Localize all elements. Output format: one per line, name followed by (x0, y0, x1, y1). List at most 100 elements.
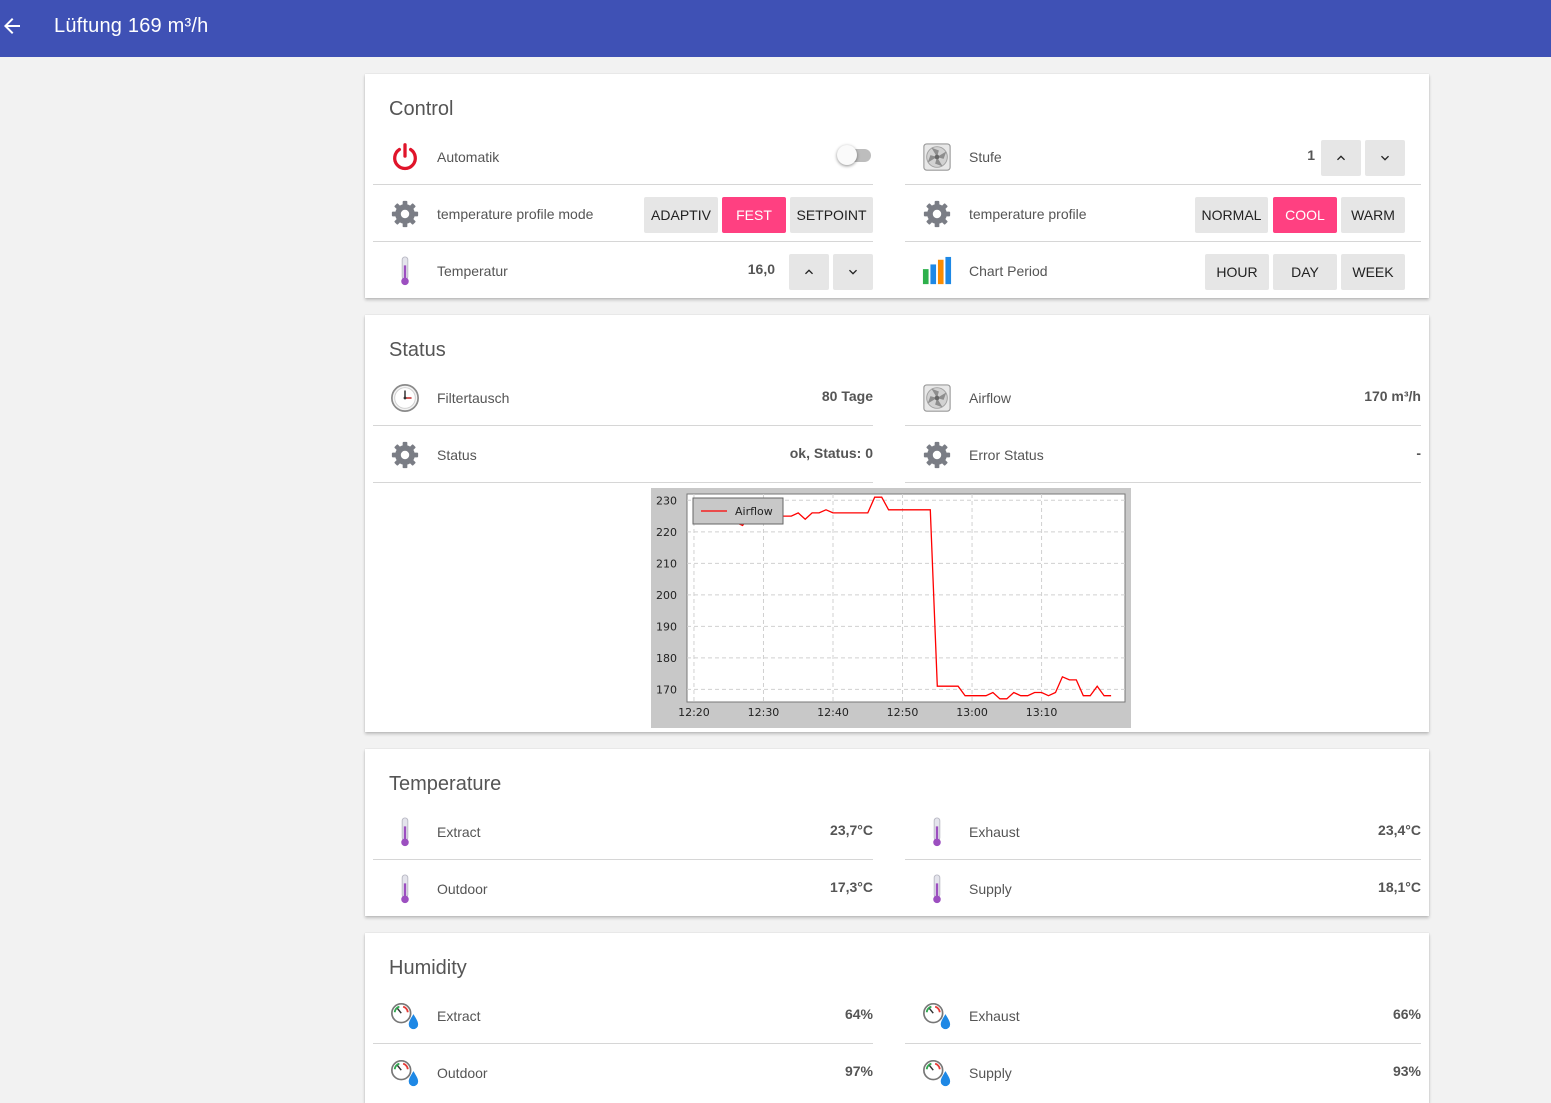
temperature-extract-label: Extract (437, 824, 481, 840)
temperature-card: Temperature Extract 23,7°C Exhaust 23,4°… (365, 749, 1429, 916)
humidity-title: Humidity (389, 957, 467, 979)
x-tick-label: 12:50 (887, 706, 919, 719)
humidity-gauge-icon (389, 1001, 421, 1031)
temperature-exhaust-row: Exhaust 23,4°C (905, 803, 1421, 860)
stufe-down-button[interactable] (1365, 140, 1405, 176)
thermometer-icon (389, 874, 421, 904)
temperature-supply-row: Supply 18,1°C (905, 860, 1421, 917)
fan-icon (921, 383, 953, 413)
automatik-toggle[interactable] (837, 145, 873, 165)
humidity-gauge-icon (389, 1058, 421, 1088)
legend-label: Airflow (735, 505, 773, 518)
temperatur-down-button[interactable] (833, 254, 873, 290)
y-tick-label: 210 (656, 557, 677, 570)
temperatur-up-button[interactable] (789, 254, 829, 290)
chevron-down-icon (1381, 155, 1389, 161)
page-title: Lüftung 169 m³/h (54, 15, 209, 37)
temperature-exhaust-label: Exhaust (969, 824, 1020, 840)
profile-mode-fest-button[interactable]: FEST (722, 197, 786, 233)
temperatur-label: Temperatur (437, 263, 508, 279)
chart-period-row: Chart Period HOUR DAY WEEK (905, 242, 1421, 299)
automatik-label: Automatik (437, 149, 500, 165)
control-card: Control Automatik Stufe 1 temperature pr… (365, 74, 1429, 298)
chevron-down-icon (849, 269, 857, 275)
y-tick-label: 190 (656, 620, 677, 633)
temperature-outdoor-label: Outdoor (437, 881, 488, 897)
x-tick-label: 13:10 (1026, 706, 1058, 719)
status-card: Status Filtertausch 80 Tage Airflow 170 … (365, 315, 1429, 732)
chart-period-week-button[interactable]: WEEK (1341, 254, 1405, 290)
plot-area (686, 493, 1126, 703)
stufe-value: 1 (1307, 147, 1315, 163)
temperature-outdoor-row: Outdoor 17,3°C (373, 860, 873, 917)
temperatur-value: 16,0 (747, 261, 775, 277)
thermometer-icon (921, 817, 953, 847)
y-tick-label: 170 (656, 683, 677, 696)
app-bar: Lüftung 169 m³/h (0, 0, 1551, 57)
back-arrow-icon[interactable] (0, 14, 24, 38)
humidity-outdoor-label: Outdoor (437, 1065, 488, 1081)
gear-icon (921, 199, 953, 229)
humidity-exhaust-value: 66% (1392, 1006, 1421, 1022)
temperatur-row: Temperatur 16,0 (373, 242, 873, 299)
airflow-value: 170 m³/h (1364, 388, 1421, 404)
chart-period-hour-button[interactable]: HOUR (1205, 254, 1269, 290)
humidity-gauge-icon (921, 1001, 953, 1031)
chevron-up-icon (805, 269, 813, 275)
profile-normal-button[interactable]: NORMAL (1195, 197, 1268, 233)
bar-chart-icon (922, 256, 952, 285)
humidity-exhaust-label: Exhaust (969, 1008, 1020, 1024)
airflow-label: Airflow (969, 390, 1012, 406)
humidity-supply-value: 93% (1392, 1063, 1421, 1079)
airflow-chart-svg: 170 180 190 200 210 220 230 12:20 12:30 12:40 12:5… (656, 493, 1126, 719)
temperature-extract-value: 23,7°C (830, 822, 873, 838)
profile-mode-label: temperature profile mode (437, 206, 594, 222)
power-icon (393, 143, 417, 171)
control-title: Control (389, 98, 454, 120)
profile-cool-button[interactable]: COOL (1273, 197, 1337, 233)
status-value: ok, Status: 0 (789, 445, 873, 461)
humidity-outdoor-row: Outdoor 97% (373, 1044, 873, 1101)
automatik-row: Automatik (373, 128, 873, 185)
profile-mode-adaptiv-button[interactable]: ADAPTIV (644, 197, 718, 233)
stufe-label: Stufe (969, 149, 1002, 165)
profile-label: temperature profile (969, 206, 1087, 222)
profile-mode-setpoint-button[interactable]: SETPOINT (790, 197, 873, 233)
gear-icon (921, 440, 953, 470)
temperature-exhaust-value: 23,4°C (1378, 822, 1421, 838)
humidity-extract-value: 64% (844, 1006, 873, 1022)
x-tick-label: 12:40 (817, 706, 849, 719)
x-tick-label: 12:30 (748, 706, 780, 719)
error-status-label: Error Status (969, 447, 1044, 463)
clock-icon (391, 384, 419, 412)
chevron-up-icon (1337, 155, 1345, 161)
temperature-supply-label: Supply (969, 881, 1012, 897)
error-status-value: - (1416, 445, 1421, 461)
x-tick-label: 13:00 (956, 706, 988, 719)
y-tick-label: 230 (656, 494, 677, 507)
airflow-chart: 170 180 190 200 210 220 230 12:20 12:30 12:40 12:5… (651, 488, 1131, 728)
gear-icon (389, 199, 421, 229)
chart-period-label: Chart Period (969, 263, 1048, 279)
temperature-outdoor-value: 17,3°C (830, 879, 873, 895)
y-tick-label: 200 (656, 589, 677, 602)
humidity-extract-label: Extract (437, 1008, 481, 1024)
stufe-up-button[interactable] (1321, 140, 1361, 176)
profile-row: temperature profile NORMAL COOL WARM (905, 185, 1421, 242)
filtertausch-row: Filtertausch 80 Tage (373, 369, 873, 426)
thermometer-icon (389, 256, 421, 286)
chart-period-day-button[interactable]: DAY (1273, 254, 1337, 290)
toggle-knob (837, 145, 857, 165)
profile-warm-button[interactable]: WARM (1341, 197, 1405, 233)
temperature-extract-row: Extract 23,7°C (373, 803, 873, 860)
stufe-row: Stufe 1 (905, 128, 1421, 185)
status-label: Status (437, 447, 477, 463)
y-tick-label: 220 (656, 526, 677, 539)
fan-icon (921, 142, 953, 172)
x-tick-label: 12:20 (678, 706, 710, 719)
thermometer-icon (921, 874, 953, 904)
humidity-supply-label: Supply (969, 1065, 1012, 1081)
gear-icon (389, 440, 421, 470)
temperature-supply-value: 18,1°C (1378, 879, 1421, 895)
thermometer-icon (389, 817, 421, 847)
